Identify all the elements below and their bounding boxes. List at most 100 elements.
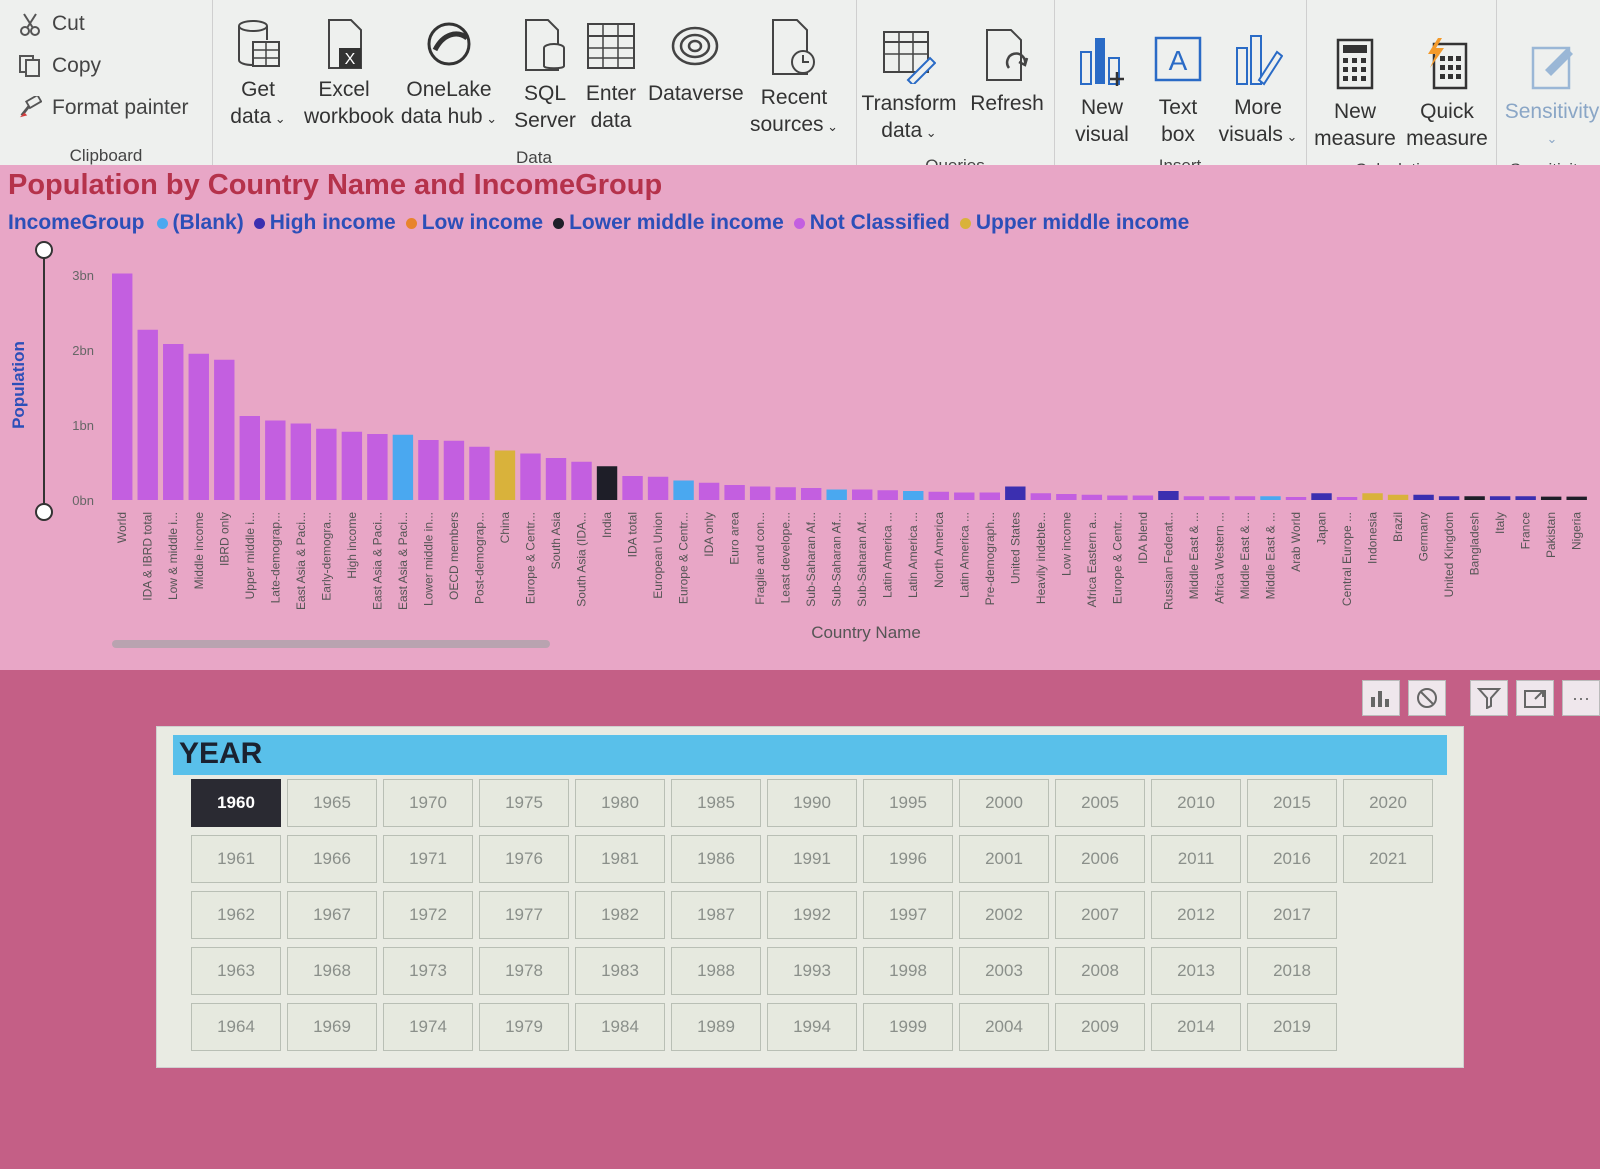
year-button-2002[interactable]: 2002 (959, 891, 1049, 939)
year-button-1990[interactable]: 1990 (767, 779, 857, 827)
year-button-1984[interactable]: 1984 (575, 1003, 665, 1051)
year-button-1981[interactable]: 1981 (575, 835, 665, 883)
dataverse-button[interactable]: Dataverse (648, 18, 744, 107)
year-button-2018[interactable]: 2018 (1247, 947, 1337, 995)
year-button-1997[interactable]: 1997 (863, 891, 953, 939)
x-tick-label: Japan (1315, 512, 1329, 545)
year-button-1998[interactable]: 1998 (863, 947, 953, 995)
recent-sources-button[interactable]: Recent sources ⌄ (746, 18, 842, 140)
year-button-2020[interactable]: 2020 (1343, 779, 1433, 827)
year-button-2003[interactable]: 2003 (959, 947, 1049, 995)
year-button-1993[interactable]: 1993 (767, 947, 857, 995)
year-button-1966[interactable]: 1966 (287, 835, 377, 883)
year-button-2019[interactable]: 2019 (1247, 1003, 1337, 1051)
prohibit-icon[interactable] (1408, 680, 1446, 716)
year-button-1974[interactable]: 1974 (383, 1003, 473, 1051)
x-tick-label: IDA blend (1136, 512, 1150, 564)
year-button-2014[interactable]: 2014 (1151, 1003, 1241, 1051)
onelake-button[interactable]: OneLake data hub ⌄ (398, 18, 500, 132)
recent-line1: Recent (760, 86, 828, 109)
year-button-1979[interactable]: 1979 (479, 1003, 569, 1051)
year-button-1986[interactable]: 1986 (671, 835, 761, 883)
year-button-1977[interactable]: 1977 (479, 891, 569, 939)
new-measure-button[interactable]: New measure (1310, 38, 1400, 152)
chart-edit-icon[interactable] (1362, 680, 1400, 716)
text-box-button[interactable]: A Text box (1146, 34, 1210, 148)
year-button-2012[interactable]: 2012 (1151, 891, 1241, 939)
sql-server-button[interactable]: SQL Server (512, 18, 578, 134)
year-button-2015[interactable]: 2015 (1247, 779, 1337, 827)
excel-workbook-button[interactable]: X Excel workbook (304, 18, 394, 130)
focus-mode-icon[interactable] (1516, 680, 1554, 716)
year-button-2005[interactable]: 2005 (1055, 779, 1145, 827)
year-button-2006[interactable]: 2006 (1055, 835, 1145, 883)
year-button-1963[interactable]: 1963 (191, 947, 281, 995)
year-button-1968[interactable]: 1968 (287, 947, 377, 995)
transform-data-button[interactable]: Transform data ⌄ (858, 28, 960, 146)
year-button-1992[interactable]: 1992 (767, 891, 857, 939)
bar-chart-visual[interactable]: Population by Country Name and IncomeGro… (0, 165, 1600, 670)
x-tick-label: IDA & IBRD total (141, 512, 155, 601)
new-visual-button[interactable]: New visual (1066, 34, 1138, 148)
year-button-2011[interactable]: 2011 (1151, 835, 1241, 883)
year-button-1970[interactable]: 1970 (383, 779, 473, 827)
get-data-button[interactable]: Get data ⌄ (222, 18, 294, 132)
year-button-2007[interactable]: 2007 (1055, 891, 1145, 939)
year-button-2016[interactable]: 2016 (1247, 835, 1337, 883)
sensitivity-button[interactable]: Sensitivity ⌄ (1502, 40, 1600, 152)
year-button-2021[interactable]: 2021 (1343, 835, 1433, 883)
more-options-icon[interactable]: ··· (1562, 680, 1600, 716)
year-button-1983[interactable]: 1983 (575, 947, 665, 995)
onelake-line2: data hub (400, 105, 483, 128)
year-button-1980[interactable]: 1980 (575, 779, 665, 827)
year-button-1965[interactable]: 1965 (287, 779, 377, 827)
year-button-1961[interactable]: 1961 (191, 835, 281, 883)
year-button-1969[interactable]: 1969 (287, 1003, 377, 1051)
year-button-1999[interactable]: 1999 (863, 1003, 953, 1051)
year-button-2009[interactable]: 2009 (1055, 1003, 1145, 1051)
year-button-1975[interactable]: 1975 (479, 779, 569, 827)
year-button-2001[interactable]: 2001 (959, 835, 1049, 883)
format-painter-button[interactable]: Format painter (18, 96, 189, 120)
year-button-2017[interactable]: 2017 (1247, 891, 1337, 939)
year-button-1978[interactable]: 1978 (479, 947, 569, 995)
year-button-1991[interactable]: 1991 (767, 835, 857, 883)
year-button-1995[interactable]: 1995 (863, 779, 953, 827)
year-button-1982[interactable]: 1982 (575, 891, 665, 939)
year-button-1976[interactable]: 1976 (479, 835, 569, 883)
year-button-1973[interactable]: 1973 (383, 947, 473, 995)
year-button-1987[interactable]: 1987 (671, 891, 761, 939)
more-visuals-button[interactable]: More visuals ⌄ (1214, 34, 1302, 150)
quick-measure-button[interactable]: Quick measure (1402, 38, 1492, 152)
year-button-1960[interactable]: 1960 (191, 779, 281, 827)
slicer-title: YEAR (179, 737, 263, 770)
year-button-1985[interactable]: 1985 (671, 779, 761, 827)
year-button-1967[interactable]: 1967 (287, 891, 377, 939)
text-box-line2: box (1161, 123, 1195, 146)
year-button-1964[interactable]: 1964 (191, 1003, 281, 1051)
enter-data-button[interactable]: Enter data (578, 18, 644, 134)
x-tick-label: Indonesia (1366, 512, 1380, 564)
year-button-1971[interactable]: 1971 (383, 835, 473, 883)
bar (1081, 494, 1103, 500)
year-button-1972[interactable]: 1972 (383, 891, 473, 939)
year-button-2000[interactable]: 2000 (959, 779, 1049, 827)
year-button-2010[interactable]: 2010 (1151, 779, 1241, 827)
x-tick-label: European Union (651, 512, 665, 599)
year-button-1988[interactable]: 1988 (671, 947, 761, 995)
year-button-2004[interactable]: 2004 (959, 1003, 1049, 1051)
bar-chart-add-icon (1080, 38, 1124, 86)
year-button-1994[interactable]: 1994 (767, 1003, 857, 1051)
cut-button[interactable]: Cut (18, 12, 85, 36)
visual-header-icons: ··· (1470, 680, 1600, 716)
copy-button[interactable]: Copy (18, 54, 101, 78)
year-button-1962[interactable]: 1962 (191, 891, 281, 939)
year-button-2013[interactable]: 2013 (1151, 947, 1241, 995)
filter-icon[interactable] (1470, 680, 1508, 716)
bar (112, 273, 133, 500)
year-button-1996[interactable]: 1996 (863, 835, 953, 883)
year-button-1989[interactable]: 1989 (671, 1003, 761, 1051)
refresh-button[interactable]: Refresh (966, 28, 1048, 117)
x-tick-label: Bangladesh (1468, 512, 1482, 575)
year-button-2008[interactable]: 2008 (1055, 947, 1145, 995)
